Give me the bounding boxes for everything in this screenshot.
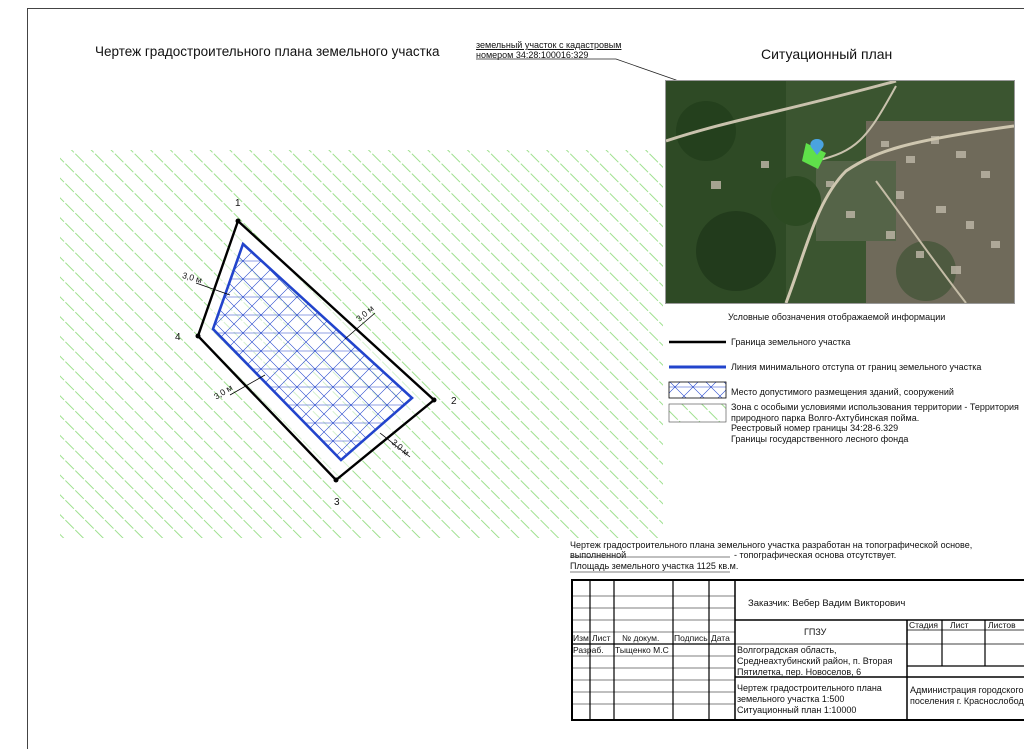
legend-item-setback: Линия минимального отступа от границ зем… (731, 362, 982, 372)
vertex-label-2: 2 (451, 396, 457, 407)
stamp-org-line: Администрация городского (910, 685, 1024, 695)
legend-symbol-zone (668, 403, 727, 423)
stamp-org-line: поселения г. Краснослободск (910, 696, 1024, 706)
stamp-sheet-title-line: Ситуационный план 1:10000 (737, 705, 857, 715)
legend-zone-line-1: Зона с особыми условиями использования т… (731, 402, 1019, 412)
callout-line-2: номером 34:28:100016:329 (476, 50, 589, 60)
stamp-sheet-title: Чертеж градостроительного плана земельно… (737, 683, 882, 716)
stamp-stage: Стадия (909, 620, 938, 630)
stamp-col-izm: Изм (573, 633, 589, 643)
vertex-marker (195, 333, 201, 339)
situation-plan-title: Ситуационный план (761, 46, 893, 62)
stamp-sheet-title-line: Чертеж градостроительного плана (737, 683, 882, 693)
situation-map-image (665, 80, 1015, 304)
stamp-author: Тыщенко М.С (615, 645, 669, 655)
stamp-address: Волгоградская область, Среднеахтубинский… (737, 645, 892, 678)
legend-item-boundary: Граница земельного участка (731, 337, 851, 347)
vertex-label-3: 3 (334, 497, 340, 508)
vertex-marker (235, 218, 241, 224)
note-topographic-2: - топографическая основа отсутствует. (734, 550, 897, 560)
vertex-marker (431, 397, 437, 403)
vertex-marker (333, 477, 339, 483)
stamp-sheets: Листов (988, 620, 1016, 630)
stamp-address-line: Пятилетка, пер. Новоселов, 6 (737, 667, 862, 677)
stamp-sheet-title-line: земельного участка 1:500 (737, 694, 845, 704)
legend-zone-line-4: Границы государственного лесного фонда (731, 433, 909, 444)
stamp-doc-code: ГПЗУ (804, 627, 827, 637)
stamp-organization: Администрация городского поселения г. Кр… (910, 685, 1024, 707)
stamp-col-sign: Подпись (674, 633, 708, 643)
legend-item-zone: Зона с особыми условиями использования т… (731, 402, 1019, 444)
legend-item-buildable: Место допустимого размещения зданий, соо… (731, 387, 954, 397)
satellite-map (666, 81, 1014, 303)
vertex-label-1: 1 (235, 198, 241, 209)
stamp-customer: Заказчик: Вебер Вадим Викторович (748, 598, 906, 609)
legend-zone-line-2: природного парка Волго-Ахтубинская пойма… (731, 412, 920, 423)
callout-leader (476, 58, 677, 81)
callout-line-1: земельный участок с кадастровым (476, 40, 622, 50)
legend-symbol-buildable (668, 381, 727, 399)
stamp-address-line: Среднеахтубинский район, п. Вторая (737, 656, 893, 666)
stamp-col-doc: № докум. (622, 633, 660, 643)
cadastral-callout: земельный участок с кадастровым номером … (476, 40, 621, 60)
legend-zone-line-3: Реестровый номер границы 34:28-6.329 (731, 423, 899, 433)
stamp-role: Разраб. (573, 645, 604, 655)
stamp-sheet: Лист (950, 620, 969, 630)
stamp-address-line: Волгоградская область, (737, 645, 837, 655)
stamp-col-date: Дата (711, 633, 730, 643)
stamp-col-list: Лист (592, 633, 611, 643)
vertex-label-4: 4 (175, 332, 181, 343)
note-area: Площадь земельного участка 1125 кв.м. (570, 561, 739, 571)
drawing-title: Чертеж градостроительного плана земельно… (95, 44, 440, 59)
legend-title: Условные обозначения отображаемой информ… (728, 312, 946, 322)
